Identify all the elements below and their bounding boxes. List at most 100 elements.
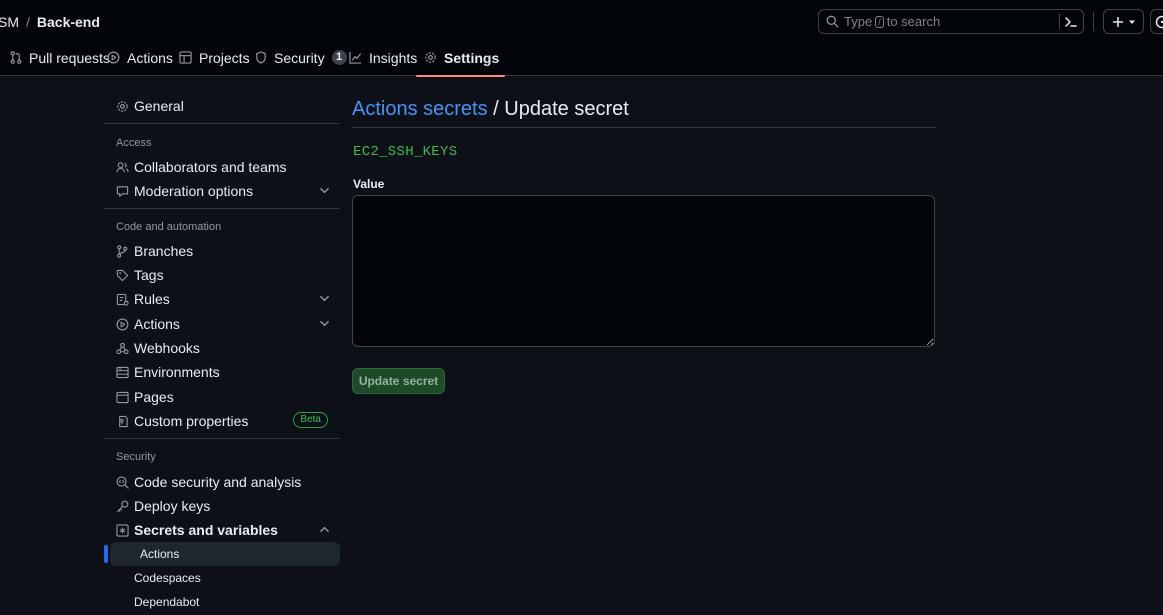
- sidebar-item-general[interactable]: General: [104, 94, 340, 118]
- sidebar-item-label: Branches: [134, 243, 194, 259]
- issues-button[interactable]: [1150, 9, 1163, 34]
- sidebar-item-label: Rules: [134, 291, 170, 307]
- breadcrumb-owner[interactable]: SM: [0, 14, 19, 30]
- chevron-down-icon[interactable]: [319, 185, 330, 196]
- sidebar-item-label: Collaborators and teams: [134, 159, 287, 175]
- chevron-down-icon[interactable]: [319, 318, 330, 329]
- sidebar-item-tags[interactable]: Tags: [104, 263, 340, 287]
- sidebar-heading-code: Code and automation: [116, 221, 222, 233]
- title-text: Update secret: [504, 98, 629, 120]
- sidebar-item-rules[interactable]: Rules: [104, 287, 340, 311]
- graph-icon: [349, 51, 362, 64]
- sidebar-item-moderation[interactable]: Moderation options: [104, 179, 340, 203]
- tab-settings[interactable]: Settings: [415, 44, 506, 77]
- title-separator: /: [487, 98, 505, 120]
- chevron-up-icon[interactable]: [319, 524, 330, 535]
- sidebar-item-label: Tags: [134, 267, 164, 283]
- plus-icon: [1112, 16, 1124, 28]
- tab-label: Actions: [127, 50, 173, 66]
- sidebar-item-branches[interactable]: Branches: [104, 239, 340, 263]
- sidebar-divider: [104, 208, 340, 209]
- issue-circle-icon: [1155, 15, 1163, 29]
- comment-icon: [116, 185, 134, 198]
- search-icon: [826, 15, 839, 28]
- sidebar-item-label: Pages: [134, 389, 174, 405]
- gear-icon: [116, 100, 134, 113]
- triangle-down-icon: [1128, 18, 1136, 26]
- search-suffix: to search: [886, 14, 941, 29]
- secret-value-textarea[interactable]: [352, 195, 935, 347]
- codescan-icon: [116, 476, 134, 489]
- webhook-icon: [116, 342, 134, 355]
- sidebar-divider: [104, 123, 340, 124]
- sidebar-item-label: Secrets and variables: [134, 522, 278, 538]
- active-nav-indicator: [104, 545, 108, 563]
- title-divider: [352, 127, 936, 128]
- sidebar-item-webhooks[interactable]: Webhooks: [104, 336, 340, 360]
- beta-badge: Beta: [293, 412, 328, 428]
- breadcrumb: SM / Back-end: [0, 13, 100, 31]
- sidebar-item-label: General: [134, 98, 184, 114]
- sidebar-item-label: Actions: [140, 547, 180, 561]
- sidebar-item-label: Custom properties: [134, 413, 249, 429]
- chevron-down-icon[interactable]: [319, 293, 330, 304]
- sidebar-subitem-actions[interactable]: Actions: [110, 542, 340, 566]
- tab-label: Settings: [444, 50, 500, 66]
- sidebar-divider: [104, 438, 340, 439]
- sidebar-item-label: Environments: [134, 364, 220, 380]
- sidebar-item-pages[interactable]: Pages: [104, 385, 340, 409]
- tab-pull-requests[interactable]: Pull requests: [10, 44, 110, 76]
- actions-secrets-link[interactable]: Actions secrets: [352, 98, 488, 120]
- sidebar-subitem-dependabot[interactable]: Dependabot: [104, 590, 340, 614]
- tab-projects[interactable]: Projects: [179, 44, 250, 76]
- gear-icon: [424, 51, 437, 64]
- note-icon: [116, 415, 134, 428]
- tab-insights[interactable]: Insights: [349, 44, 417, 76]
- breadcrumb-separator: /: [26, 14, 30, 30]
- sidebar-item-collaborators[interactable]: Collaborators and teams: [104, 155, 340, 179]
- tab-security[interactable]: Security 1: [255, 44, 347, 76]
- search-shortcut-key: /: [875, 15, 884, 28]
- sidebar-item-label: Code security and analysis: [134, 474, 302, 490]
- page-title: Actions secrets / Update secret: [352, 96, 936, 126]
- tab-actions[interactable]: Actions: [107, 44, 173, 76]
- browser-icon: [116, 391, 134, 404]
- table-icon: [179, 51, 192, 64]
- sidebar-item-label: Deploy keys: [134, 498, 211, 514]
- app-header: SM / Back-end Type / to search Pull requ…: [0, 0, 1163, 77]
- sidebar-item-label: Moderation options: [134, 183, 254, 199]
- sidebar-item-actions[interactable]: Actions: [104, 312, 340, 336]
- breadcrumb-repo[interactable]: Back-end: [37, 14, 100, 30]
- search-input[interactable]: Type / to search: [818, 9, 1084, 34]
- value-label: Value: [353, 177, 385, 191]
- sidebar-item-deploy-keys[interactable]: Deploy keys: [104, 494, 340, 518]
- command-palette-icon[interactable]: [1063, 14, 1079, 30]
- create-new-button[interactable]: [1103, 9, 1144, 34]
- people-icon: [116, 161, 134, 174]
- tab-label: Insights: [369, 50, 418, 66]
- sidebar-item-label: Codespaces: [134, 571, 201, 585]
- sidebar-subitem-codespaces[interactable]: Codespaces: [104, 566, 340, 590]
- sidebar-heading-security: Security: [116, 451, 156, 463]
- sidebar-item-label: Actions: [134, 316, 180, 332]
- rules-icon: [116, 293, 134, 306]
- tab-label: Security: [274, 50, 325, 66]
- main-content: Actions secrets / Update secret EC2_SSH_…: [352, 96, 936, 394]
- play-icon: [116, 318, 134, 331]
- key-asterisk-icon: [116, 523, 134, 537]
- branch-icon: [116, 244, 134, 258]
- key-icon: [116, 500, 134, 513]
- tab-label: Projects: [199, 50, 250, 66]
- sidebar-item-label: Webhooks: [134, 340, 200, 356]
- sidebar-heading-access: Access: [116, 137, 152, 149]
- sidebar-item-code-security[interactable]: Code security and analysis: [104, 470, 340, 494]
- header-divider: [1093, 12, 1094, 31]
- sidebar-item-environments[interactable]: Environments: [104, 360, 340, 384]
- sidebar-item-secrets[interactable]: Secrets and variables: [104, 518, 340, 542]
- shield-icon: [255, 51, 267, 64]
- security-alert-count: 1: [331, 50, 347, 65]
- update-secret-button[interactable]: Update secret: [352, 368, 445, 394]
- sidebar-item-label: Dependabot: [134, 595, 200, 609]
- search-prefix: Type: [844, 14, 873, 29]
- sidebar-item-custom-properties[interactable]: Custom properties Beta: [104, 409, 340, 433]
